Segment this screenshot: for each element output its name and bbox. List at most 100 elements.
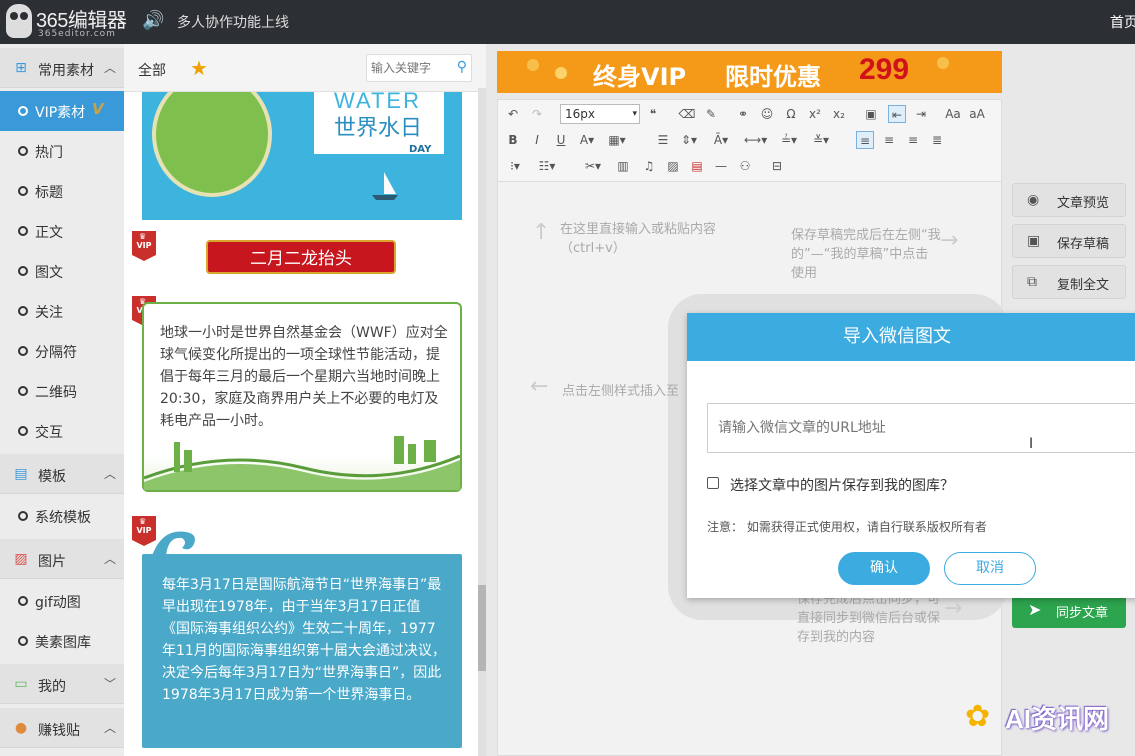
speaker-icon: 🔊 — [142, 10, 165, 31]
font-size-select[interactable]: 16px ▾ — [560, 104, 640, 124]
category-template[interactable]: ▤ 模板 ︿ — [0, 454, 124, 494]
maritime-day-card[interactable]: 每年3月17日是国际航海节日“世界海事日”最早出现在1978年，由于当年3月17… — [142, 554, 462, 748]
save-images-label[interactable]: 选择文章中的图片保存到我的图库？ — [730, 475, 954, 495]
html-source-icon[interactable]: ⊟ — [768, 157, 786, 175]
paragraph-after-icon[interactable]: ≚▾ — [812, 131, 830, 149]
save-images-checkbox[interactable] — [707, 477, 719, 489]
category-image-label: 图片 — [38, 554, 66, 570]
subscript-icon[interactable]: x₂ — [830, 105, 848, 123]
home-link[interactable]: 首页 — [1110, 12, 1135, 32]
save-draft-button[interactable]: ▣ 保存草稿 — [1012, 224, 1126, 258]
align-right-icon[interactable]: ≡ — [904, 131, 922, 149]
preview-button[interactable]: ◉ 文章预览 — [1012, 183, 1126, 217]
link-icon[interactable]: ⚭ — [734, 105, 752, 123]
sidebar-item-title[interactable]: 标题 — [0, 171, 124, 211]
sidebar-item-gif[interactable]: gif动图 — [0, 581, 124, 621]
arrow-right-icon: → — [944, 596, 963, 621]
align-justify-icon[interactable]: ≣ — [928, 131, 946, 149]
vip-ad-banner[interactable]: 终身VIP 限时优惠 299 — [497, 51, 1002, 93]
radio-dot-icon — [18, 596, 28, 606]
emoji-icon[interactable]: ☺ — [758, 105, 776, 123]
omega-icon[interactable]: Ω — [782, 105, 800, 123]
sidebar-item-hot[interactable]: 热门 — [0, 131, 124, 171]
radio-dot-icon — [18, 106, 28, 116]
sidebar-item-imagetext[interactable]: 图文 — [0, 251, 124, 291]
sync-article-button[interactable]: ➤ 同步文章 — [1012, 594, 1126, 628]
background-color-icon[interactable]: ▦▾ — [608, 131, 626, 149]
bullet-list-icon[interactable]: ⁝▾ — [506, 157, 524, 175]
table-icon[interactable]: ▥ — [614, 157, 632, 175]
radio-dot-icon — [18, 426, 28, 436]
confirm-button[interactable]: 确认 — [838, 552, 930, 585]
font-case-alt-icon[interactable]: aA — [968, 105, 986, 123]
category-common[interactable]: ⊞ 常用素材 ︿ — [0, 48, 124, 88]
vip-v-icon: V — [92, 100, 104, 118]
sailboat-icon — [372, 172, 398, 200]
quote-icon[interactable]: ❝ — [644, 105, 662, 123]
sidebar-item-label: gif动图 — [35, 595, 81, 611]
save-icon: ▣ — [1027, 233, 1041, 249]
sidebar-item-follow[interactable]: 关注 — [0, 291, 124, 331]
ordered-list-icon[interactable]: ☰ — [654, 131, 672, 149]
italic-icon[interactable]: I — [528, 131, 546, 149]
copy-all-button[interactable]: ⧉ 复制全文 — [1012, 265, 1126, 299]
category-common-label: 常用素材 — [38, 63, 94, 79]
save-draft-label: 保存草稿 — [1057, 237, 1110, 252]
undo-icon[interactable]: ↶ — [504, 105, 522, 123]
earth-hour-card[interactable]: 地球一小时是世界自然基金会（WWF）应对全球气候变化所提出的一项全球性节能活动，… — [142, 302, 462, 492]
water-day-image[interactable]: WATER 世界水日 DAY — [142, 92, 462, 220]
font-color-icon[interactable]: A▾ — [578, 131, 596, 149]
sidebar-item-divider[interactable]: 分隔符 — [0, 331, 124, 371]
category-mine-label: 我的 — [38, 679, 66, 695]
image-insert-icon[interactable]: ▨ — [664, 157, 682, 175]
sidebar-item-interactive[interactable]: 交互 — [0, 411, 124, 451]
star-icon[interactable]: ★ — [190, 56, 208, 80]
url-input[interactable] — [718, 418, 1118, 438]
font-style-icon[interactable]: Ā▾ — [712, 131, 730, 149]
video-icon[interactable]: ▤ — [688, 157, 706, 175]
material-search-input[interactable] — [371, 59, 451, 77]
indent-left-icon[interactable]: ⇤ — [888, 105, 906, 123]
wave-illustration — [152, 531, 195, 556]
tools-icon[interactable]: ✂▾ — [584, 157, 602, 175]
search-icon[interactable]: ⚲ — [457, 59, 467, 75]
music-icon[interactable]: ♫ — [640, 157, 658, 175]
number-list-icon[interactable]: ☷▾ — [538, 157, 556, 175]
horizontal-rule-icon[interactable]: — — [712, 157, 730, 175]
logo[interactable]: 365编辑器 365editor.com — [6, 2, 146, 42]
format-brush-icon[interactable]: ✎ — [702, 105, 720, 123]
category-mine[interactable]: ▭ 我的 ﹀ — [0, 664, 124, 704]
sidebar-item-vip[interactable]: VIP素材 V — [0, 91, 124, 131]
sidebar-item-system-template[interactable]: 系统模板 — [0, 496, 124, 536]
editor-toolbar: ↶ ↷ 16px ▾ ❝ ⌫ ✎ ⚭ ☺ Ω x² x₂ ▣ ⇤ ⇥ Aa aA … — [498, 100, 1001, 182]
underline-icon[interactable]: U — [552, 131, 570, 149]
align-center-icon[interactable]: ≡ — [880, 131, 898, 149]
superscript-icon[interactable]: x² — [806, 105, 824, 123]
sidebar-item-gallery[interactable]: 美素图库 — [0, 621, 124, 661]
dragon-banner[interactable]: 二月二龙抬头 — [206, 240, 396, 274]
tab-all[interactable]: 全部 — [138, 60, 166, 80]
align-left-icon[interactable]: ≡ — [856, 131, 874, 149]
sidebar-item-label: 美素图库 — [35, 635, 91, 651]
cancel-button[interactable]: 取消 — [944, 552, 1036, 585]
sync-hint: 保存完成后点击同步，可直接同步到微信后台或保存到我的内容 — [797, 592, 941, 645]
font-case-icon[interactable]: Aa — [944, 105, 962, 123]
arrow-left-icon: ← — [530, 374, 549, 399]
paste-icon[interactable]: ▣ — [862, 105, 880, 123]
announcement-text[interactable]: 多人协作功能上线 — [177, 12, 289, 32]
letter-spacing-icon[interactable]: ⟷▾ — [744, 131, 767, 149]
sidebar-item-qrcode[interactable]: 二维码 — [0, 371, 124, 411]
category-earn[interactable]: ● 赚钱贴 ︿ — [0, 708, 124, 748]
category-image[interactable]: ▨ 图片 ︿ — [0, 539, 124, 579]
bold-icon[interactable]: B — [504, 131, 522, 149]
redo-icon[interactable]: ↷ — [528, 105, 546, 123]
sidebar-item-body[interactable]: 正文 — [0, 211, 124, 251]
line-height-icon[interactable]: ⇕▾ — [680, 131, 698, 149]
binoculars-icon[interactable]: ⚇ — [736, 157, 754, 175]
paragraph-before-icon[interactable]: ≟▾ — [780, 131, 798, 149]
indent-right-icon[interactable]: ⇥ — [912, 105, 930, 123]
watermark-text: AI资讯网 — [1005, 704, 1110, 734]
folder-icon: ▭ — [14, 676, 28, 692]
eraser-icon[interactable]: ⌫ — [678, 105, 696, 123]
panel-scrollbar-thumb[interactable] — [478, 585, 486, 671]
